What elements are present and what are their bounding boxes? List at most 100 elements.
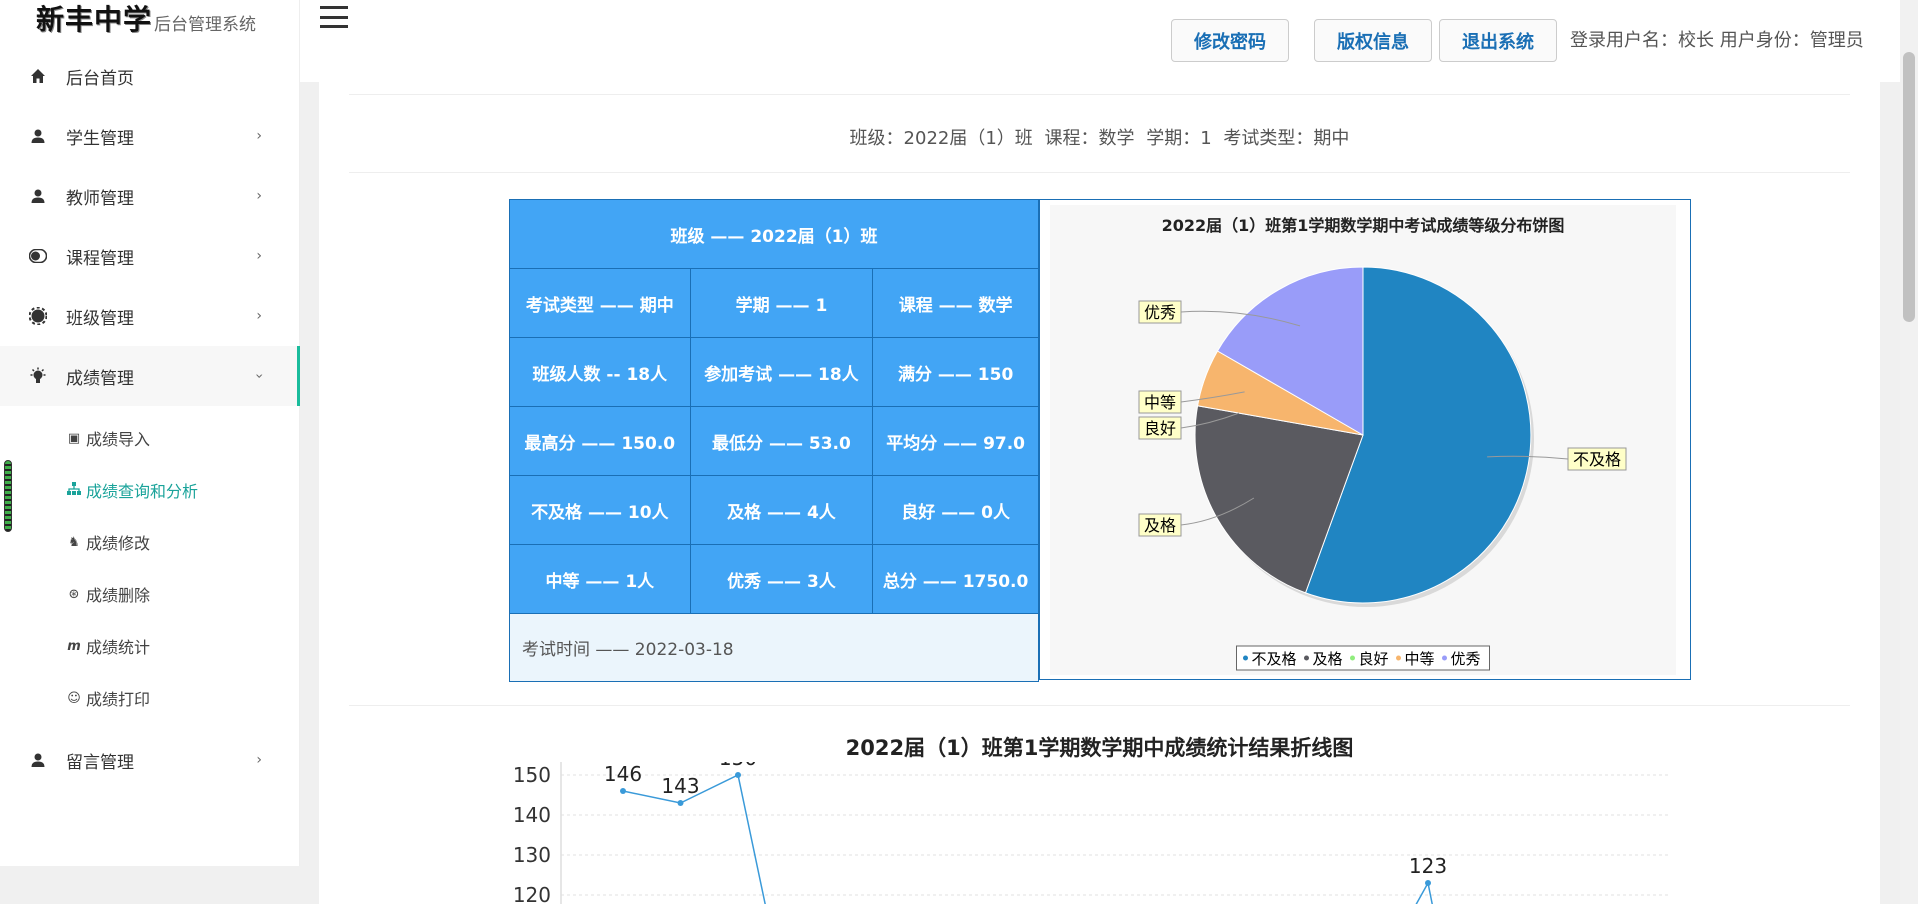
line-data-label-3: 123 — [1409, 854, 1447, 878]
chevron-right-icon: › — [256, 248, 262, 264]
sub-item-statistics[interactable]: m 成绩统计 — [0, 620, 300, 672]
stats-cell: 不及格 —— 10人 — [509, 475, 691, 545]
sub-item-label: 成绩打印 — [86, 690, 151, 709]
line-y-tick-3: 120 — [513, 883, 551, 904]
sub-item-query-analysis[interactable]: 成绩查询和分析 — [0, 464, 300, 516]
line-point-2 — [735, 772, 741, 778]
logo: 新丰中学 后台管理系统 — [36, 2, 256, 38]
menu-toggle-icon[interactable] — [320, 6, 348, 28]
system-subtitle: 后台管理系统 — [154, 15, 257, 35]
stats-cell: 良好 —— 0人 — [872, 475, 1039, 545]
line-chart: 150 140 130 120 146 143 150 123 — [513, 762, 1669, 904]
stats-cell: 中等 —— 1人 — [509, 544, 691, 614]
pie-chart-area: 2022届（1）班第1学期数学期中考试成绩等级分布饼图 不及格 及格 良好 中等 优秀不… — [1050, 205, 1676, 675]
pie-legend-item-0: 不及格 — [1252, 650, 1297, 668]
m-icon: m — [67, 638, 81, 654]
pie-legend-marker-1 — [1304, 655, 1309, 661]
sidebar-item-label: 成绩管理 — [66, 368, 134, 389]
line-y-tick-0: 150 — [513, 763, 551, 787]
divider — [349, 94, 1850, 95]
sidebar-item-label: 课程管理 — [66, 248, 134, 269]
exam-time-cell: 考试时间 —— 2022-03-18 — [509, 613, 1039, 682]
line-data-label-1: 143 — [661, 774, 699, 798]
sidebar-item-label: 留言管理 — [66, 752, 134, 773]
sidebar-item-label: 后台首页 — [66, 68, 134, 89]
user-info: 登录用户名：校长 用户身份：管理员 — [1570, 30, 1864, 51]
sub-item-label: 成绩修改 — [86, 534, 151, 553]
sub-item-print[interactable]: ☺ 成绩打印 — [0, 672, 300, 724]
school-name: 新丰中学 — [36, 3, 153, 36]
line-point-3 — [1425, 880, 1431, 886]
pie-legend-item-3: 中等 — [1405, 650, 1435, 668]
sidebar: 新丰中学 后台管理系统 后台首页 学生管理 › 教师管理 › 课程管理 › 班级… — [0, 0, 300, 904]
stats-header-cell: 班级 —— 2022届（1）班 — [509, 199, 1039, 269]
sidebar-item-home[interactable]: 后台首页 — [0, 46, 300, 106]
chevron-right-icon: › — [256, 752, 262, 768]
bulb-icon — [28, 366, 48, 386]
line-data-label-2: 150 — [719, 762, 757, 770]
pie-data-label-3: 中等 — [1144, 393, 1176, 412]
page-scrollbar-thumb[interactable] — [1903, 52, 1915, 322]
divider — [349, 705, 1850, 706]
sub-item-import[interactable]: ▣ 成绩导入 — [0, 412, 300, 464]
sidebar-item-label: 教师管理 — [66, 188, 134, 209]
pie-legend-item-2: 良好 — [1359, 650, 1389, 668]
sidebar-item-scores[interactable]: 成绩管理 › — [0, 346, 300, 406]
gear-icon — [28, 306, 48, 326]
sidebar-scroll-handle[interactable] — [4, 460, 12, 532]
pie-legend-marker-0 — [1243, 655, 1248, 661]
sidebar-item-messages[interactable]: 留言管理 › — [0, 730, 300, 790]
pie-legend-marker-3 — [1396, 655, 1401, 661]
divider — [349, 172, 1850, 173]
stats-cell: 考试类型 —— 期中 — [509, 268, 691, 338]
stats-cell: 班级人数 -- 18人 — [509, 337, 691, 407]
scores-submenu: ▣ 成绩导入 成绩查询和分析 ♞ 成绩修改 ⊛ 成绩删除 m 成绩统计 ☺ 成绩… — [0, 406, 300, 724]
line-y-tick-1: 140 — [513, 803, 551, 827]
smile-icon: ☺ — [67, 690, 81, 706]
stats-cell: 满分 —— 150 — [872, 337, 1039, 407]
stats-cell: 最高分 —— 150.0 — [509, 406, 691, 476]
line-y-tick-2: 130 — [513, 843, 551, 867]
chevron-down-icon: › — [251, 373, 268, 379]
line-series-segment-b — [1415, 880, 1433, 904]
chevron-right-icon: › — [256, 308, 262, 324]
line-data-label-0: 146 — [604, 762, 642, 786]
user-icon — [28, 186, 48, 206]
pie-legend-item-4: 优秀 — [1451, 650, 1481, 668]
user-icon — [28, 126, 48, 146]
pie-data-label-2: 良好 — [1144, 419, 1176, 438]
line-chart-title: 2022届（1）班第1学期数学期中成绩统计结果折线图 — [845, 736, 1354, 760]
sub-item-label: 成绩统计 — [86, 638, 151, 657]
score-stats-table: 班级 —— 2022届（1）班 考试类型 —— 期中 学期 —— 1 课程 ——… — [509, 199, 1039, 682]
discord-icon: ▣ — [67, 430, 81, 446]
pie-legend-marker-4 — [1442, 655, 1447, 661]
user-icon — [28, 750, 48, 770]
stats-cell: 课程 —— 数学 — [872, 268, 1039, 338]
sidebar-item-courses[interactable]: 课程管理 › — [0, 226, 300, 286]
stats-cell: 最低分 —— 53.0 — [689, 406, 874, 476]
stats-cell: 平均分 —— 97.0 — [872, 406, 1039, 476]
change-password-button[interactable]: 修改密码 — [1171, 19, 1289, 62]
stats-cell: 总分 —— 1750.0 — [872, 544, 1039, 614]
logout-button[interactable]: 退出系统 — [1439, 19, 1557, 62]
sub-item-label: 成绩导入 — [86, 430, 151, 449]
pie-chart: 不及格及格良好中等优秀不及格 及格 良好 中等 优秀 — [1138, 266, 1627, 671]
pie-data-label-0: 不及格 — [1573, 450, 1621, 469]
sub-item-label: 成绩查询和分析 — [86, 482, 199, 501]
page-scrollbar[interactable] — [1900, 0, 1918, 904]
sidebar-item-students[interactable]: 学生管理 › — [0, 106, 300, 166]
copyright-button[interactable]: 版权信息 — [1314, 19, 1432, 62]
sub-item-delete[interactable]: ⊛ 成绩删除 — [0, 568, 300, 620]
stats-cell: 参加考试 —— 18人 — [689, 337, 874, 407]
pie-legend: 不及格 及格 良好 中等 优秀 — [1236, 645, 1490, 671]
sub-item-modify[interactable]: ♞ 成绩修改 — [0, 516, 300, 568]
pie-data-label-1: 及格 — [1144, 516, 1176, 535]
sidebar-item-label: 学生管理 — [66, 128, 134, 149]
filter-summary: 班级：2022届（1）班 课程：数学 学期：1 考试类型：期中 — [849, 128, 1350, 149]
horse-icon: ♞ — [68, 534, 80, 550]
pie-legend-item-1: 及格 — [1313, 650, 1343, 668]
sidebar-item-teachers[interactable]: 教师管理 › — [0, 166, 300, 226]
pie-data-label-4: 优秀 — [1144, 303, 1176, 322]
sidebar-item-classes[interactable]: 班级管理 › — [0, 286, 300, 346]
sub-item-label: 成绩删除 — [86, 586, 151, 605]
